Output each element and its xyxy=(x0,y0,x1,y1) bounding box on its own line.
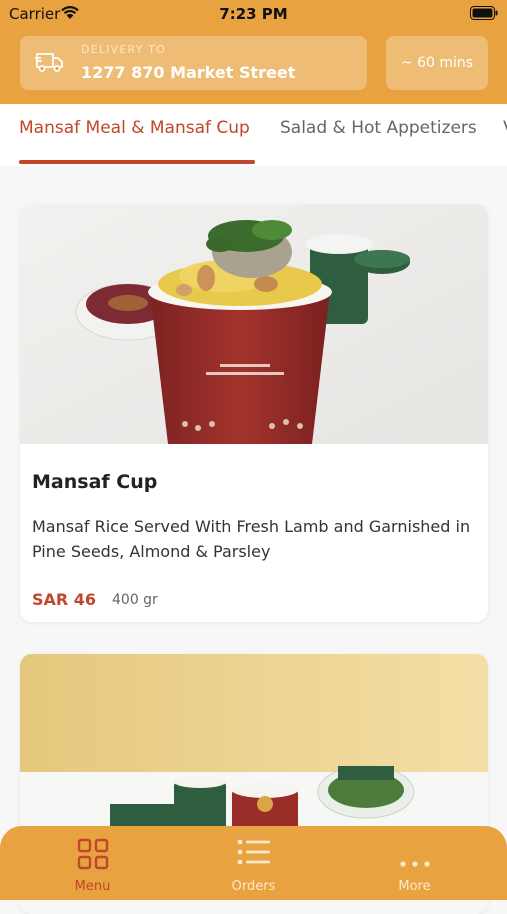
delivery-address-selector[interactable]: DELIVERY TO 1277 870 Market Street xyxy=(20,36,367,90)
bottom-tab-bar: Menu Orders More xyxy=(0,826,507,900)
tab-mansaf-meal[interactable]: Mansaf Meal & Mansaf Cup xyxy=(19,118,250,138)
menu-list: Mansaf Cup Mansaf Rice Served With Fresh… xyxy=(0,166,507,914)
tabbar-item-more[interactable]: More xyxy=(330,826,499,900)
eta-badge[interactable]: ~ 60 mins xyxy=(386,36,488,90)
product-description: Mansaf Rice Served With Fresh Lamb and G… xyxy=(32,517,471,561)
more-dots-icon xyxy=(399,852,430,871)
product-name: Mansaf Cup xyxy=(32,471,158,493)
tabbar-label-menu: Menu xyxy=(74,879,111,894)
tabbar-item-orders[interactable]: Orders xyxy=(169,826,338,900)
product-card[interactable]: Mansaf Cup Mansaf Rice Served With Fresh… xyxy=(20,204,488,622)
delivery-truck-icon xyxy=(35,50,65,78)
tabbar-item-menu[interactable]: Menu xyxy=(8,826,177,900)
delivery-label: DELIVERY TO xyxy=(81,43,167,56)
list-icon xyxy=(237,838,271,870)
active-tab-indicator xyxy=(19,160,255,164)
category-tabs: Mansaf Meal & Mansaf Cup Salad & Hot App… xyxy=(0,104,507,166)
tabbar-label-more: More xyxy=(398,879,431,894)
clock: 7:23 PM xyxy=(219,5,288,23)
tab-next-category[interactable]: V xyxy=(503,118,507,138)
status-bar: Carrier 7:23 PM xyxy=(0,0,507,28)
tab-salad-hot-appetizers[interactable]: Salad & Hot Appetizers xyxy=(280,118,477,138)
app-header: Carrier 7:23 PM DELIVERY TO 1277 870 Mar… xyxy=(0,0,507,104)
grid-icon xyxy=(77,838,109,874)
product-price: SAR 46 xyxy=(32,590,97,609)
product-weight: 400 gr xyxy=(112,592,158,608)
battery-icon xyxy=(470,6,498,24)
tabbar-label-orders: Orders xyxy=(231,879,276,894)
product-image xyxy=(20,204,488,444)
eta-text: ~ 60 mins xyxy=(400,55,474,71)
delivery-address: 1277 870 Market Street xyxy=(81,63,296,82)
